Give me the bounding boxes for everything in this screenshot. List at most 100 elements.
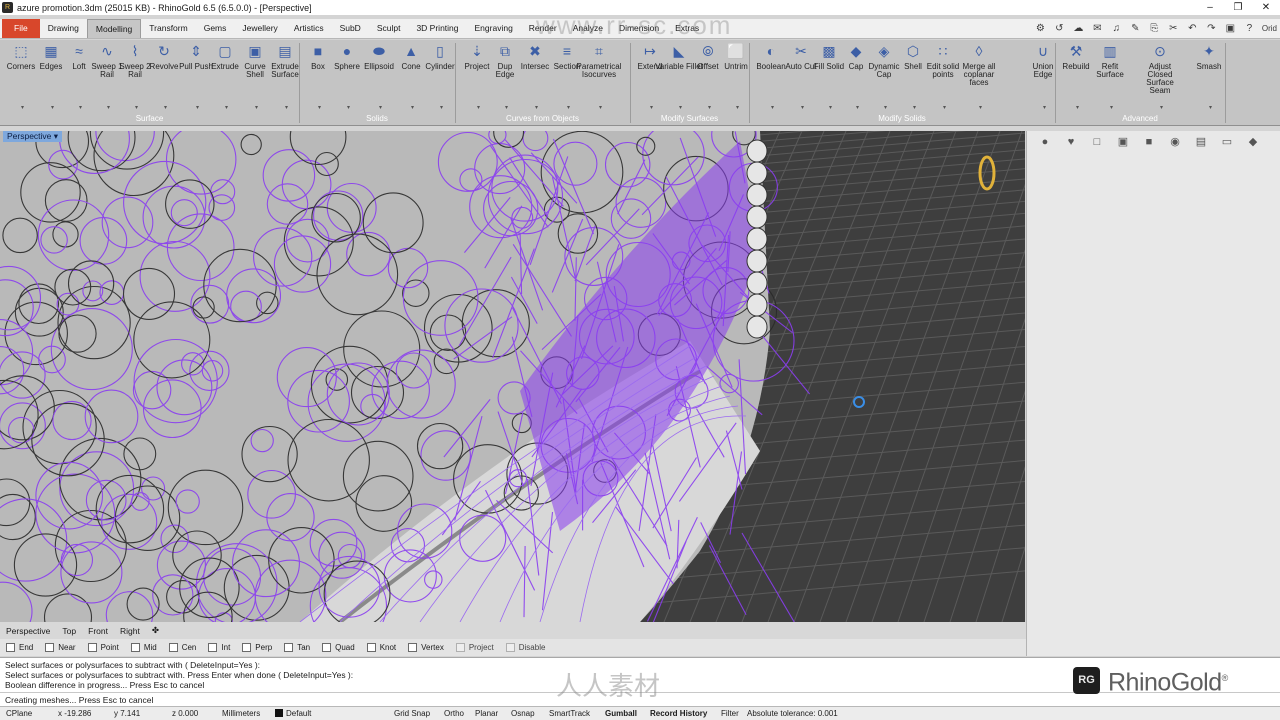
dropdown-arrow-icon[interactable]: ▾ bbox=[51, 104, 54, 112]
tool-corners-button[interactable]: ⬚ Corners ▾ bbox=[4, 42, 38, 111]
dropdown-arrow-icon[interactable]: ▾ bbox=[21, 104, 24, 112]
dropdown-arrow-icon[interactable]: ▾ bbox=[225, 104, 228, 112]
osnap-cen[interactable]: Cen bbox=[163, 643, 196, 652]
dropdown-arrow-icon[interactable]: ▾ bbox=[318, 104, 321, 112]
dropdown-arrow-icon[interactable]: ▾ bbox=[347, 104, 350, 112]
tool-adjust-closed-surface-seam-button[interactable]: ⊙ Adjust Closed Surface Seam ▾ bbox=[1136, 42, 1184, 111]
tool-dup-edge-button[interactable]: ⧉ Dup Edge ▾ bbox=[488, 42, 522, 111]
command-prompt[interactable]: Creating meshes... Press Esc to cancel bbox=[0, 692, 1280, 706]
tab-render[interactable]: Render bbox=[521, 19, 565, 38]
rotate-view-icon[interactable]: ↺ bbox=[1050, 23, 1069, 34]
viewport-label[interactable]: Perspective ▾ bbox=[3, 131, 63, 142]
osnap-checkbox[interactable] bbox=[6, 643, 15, 652]
record-history-toggle[interactable]: Record History bbox=[650, 707, 707, 720]
tool-untrim-button[interactable]: ⬜ Untrim ▾ bbox=[719, 42, 753, 111]
osnap-checkbox[interactable] bbox=[455, 643, 465, 652]
osnap-int[interactable]: Int bbox=[202, 643, 230, 652]
dropdown-arrow-icon[interactable]: ▾ bbox=[196, 104, 199, 112]
tool-refit-surface-button[interactable]: ▥ Refit Surface ▾ bbox=[1093, 42, 1127, 111]
dropdown-arrow-icon[interactable]: ▾ bbox=[856, 104, 859, 112]
tab-file[interactable]: File bbox=[2, 19, 40, 38]
tab-sculpt[interactable]: Sculpt bbox=[369, 19, 409, 38]
close-button[interactable]: ✕ bbox=[1252, 2, 1280, 13]
viewport-canvas[interactable] bbox=[0, 131, 1025, 622]
view-panel-icon[interactable]: ▭ bbox=[1219, 136, 1235, 149]
tab-front[interactable]: Front bbox=[82, 626, 114, 636]
tool-cylinder-button[interactable]: ▯ Cylinder ▾ bbox=[423, 42, 457, 111]
tab-right[interactable]: Right bbox=[114, 626, 146, 636]
osnap-vertex[interactable]: Vertex bbox=[402, 643, 444, 652]
planar-toggle[interactable]: Planar bbox=[475, 707, 498, 720]
tool-merge-all-coplanar-faces-button[interactable]: ◊ Merge all coplanar faces ▾ bbox=[955, 42, 1003, 111]
dropdown-arrow-icon[interactable]: ▾ bbox=[650, 104, 653, 112]
display-panel-icon[interactable]: □ bbox=[1089, 136, 1105, 149]
orid-label[interactable]: Orid bbox=[1259, 24, 1280, 33]
settings-icon[interactable]: ⚙ bbox=[1031, 23, 1050, 34]
smarttrack-toggle[interactable]: SmartTrack bbox=[549, 707, 590, 720]
copy-icon[interactable]: ⎘ bbox=[1145, 23, 1164, 34]
maximize-button[interactable]: ❐ bbox=[1224, 2, 1252, 13]
gem-panel-icon[interactable]: ◆ bbox=[1245, 136, 1261, 149]
tab-analyze[interactable]: Analyze bbox=[565, 19, 611, 38]
layers-panel-icon[interactable]: ▣ bbox=[1115, 136, 1131, 149]
tool-rebuild-button[interactable]: ⚒ Rebuild ▾ bbox=[1059, 42, 1093, 111]
tab-3d-printing[interactable]: 3D Printing bbox=[408, 19, 466, 38]
dropdown-arrow-icon[interactable]: ▾ bbox=[771, 104, 774, 112]
ortho-toggle[interactable]: Ortho bbox=[444, 707, 464, 720]
library-panel-icon[interactable]: ♥ bbox=[1063, 136, 1079, 149]
dropdown-arrow-icon[interactable]: ▾ bbox=[535, 104, 538, 112]
dropdown-arrow-icon[interactable]: ▾ bbox=[1110, 104, 1113, 112]
dropdown-arrow-icon[interactable]: ▾ bbox=[736, 104, 739, 112]
osnap-mid[interactable]: Mid bbox=[125, 643, 157, 652]
dropdown-arrow-icon[interactable]: ▾ bbox=[979, 104, 982, 112]
osnap-disable[interactable]: Disable bbox=[500, 643, 545, 652]
dropdown-arrow-icon[interactable]: ▾ bbox=[1043, 104, 1046, 112]
gumball-toggle[interactable]: Gumball bbox=[605, 707, 637, 720]
redo-icon[interactable]: ↷ bbox=[1202, 23, 1221, 34]
osnap-checkbox[interactable] bbox=[284, 643, 294, 652]
osnap-point[interactable]: Point bbox=[82, 643, 119, 652]
tab-drawing[interactable]: Drawing bbox=[40, 19, 87, 38]
add-viewport-icon[interactable]: ✤ bbox=[146, 625, 165, 636]
dropdown-arrow-icon[interactable]: ▾ bbox=[107, 104, 110, 112]
osnap-checkbox[interactable] bbox=[322, 643, 332, 652]
dropdown-arrow-icon[interactable]: ▾ bbox=[1160, 104, 1163, 112]
color-panel-icon[interactable]: ● bbox=[1037, 136, 1053, 149]
osnap-tan[interactable]: Tan bbox=[278, 643, 310, 652]
minimize-button[interactable]: – bbox=[1196, 2, 1224, 13]
osnap-end[interactable]: End bbox=[0, 643, 33, 652]
dropdown-arrow-icon[interactable]: ▾ bbox=[135, 104, 138, 112]
dropdown-arrow-icon[interactable]: ▾ bbox=[1076, 104, 1079, 112]
dropdown-arrow-icon[interactable]: ▾ bbox=[255, 104, 258, 112]
dropdown-arrow-icon[interactable]: ▾ bbox=[411, 104, 414, 112]
osnap-perp[interactable]: Perp bbox=[236, 643, 272, 652]
properties-panel-icon[interactable]: ■ bbox=[1141, 136, 1157, 149]
audio-icon[interactable]: ♫ bbox=[1107, 23, 1126, 34]
tab-artistics[interactable]: Artistics bbox=[286, 19, 332, 38]
undo-icon[interactable]: ↶ bbox=[1183, 23, 1202, 34]
osnap-checkbox[interactable] bbox=[45, 643, 55, 652]
dropdown-arrow-icon[interactable]: ▾ bbox=[379, 104, 382, 112]
osnap-checkbox[interactable] bbox=[408, 643, 418, 652]
dropdown-arrow-icon[interactable]: ▾ bbox=[829, 104, 832, 112]
dropdown-arrow-icon[interactable]: ▾ bbox=[679, 104, 682, 112]
dropdown-arrow-icon[interactable]: ▾ bbox=[567, 104, 570, 112]
notes-panel-icon[interactable]: ▤ bbox=[1193, 136, 1209, 149]
cloud-icon[interactable]: ☁ bbox=[1069, 23, 1088, 34]
osnap-quad[interactable]: Quad bbox=[316, 643, 355, 652]
tab-jewellery[interactable]: Jewellery bbox=[234, 19, 285, 38]
osnap-checkbox[interactable] bbox=[505, 643, 515, 652]
osnap-checkbox[interactable] bbox=[208, 643, 218, 652]
tab-subd[interactable]: SubD bbox=[332, 19, 369, 38]
mail-icon[interactable]: ✉ bbox=[1088, 23, 1107, 34]
dropdown-arrow-icon[interactable]: ▾ bbox=[943, 104, 946, 112]
tool-revolve-button[interactable]: ↻ Revolve ▾ bbox=[147, 42, 181, 111]
tool-ellipsoid-button[interactable]: ⬬ Ellipsoid ▾ bbox=[362, 42, 396, 111]
tool-smash-button[interactable]: ✦ Smash ▾ bbox=[1192, 42, 1226, 111]
osnap-checkbox[interactable] bbox=[242, 643, 252, 652]
save-icon[interactable]: ▣ bbox=[1221, 23, 1240, 34]
filter-toggle[interactable]: Filter bbox=[721, 707, 739, 720]
tab-top[interactable]: Top bbox=[56, 626, 82, 636]
dropdown-arrow-icon[interactable]: ▾ bbox=[79, 104, 82, 112]
tool-boolean-button[interactable]: ◐ Boolean ▾ bbox=[754, 42, 788, 111]
